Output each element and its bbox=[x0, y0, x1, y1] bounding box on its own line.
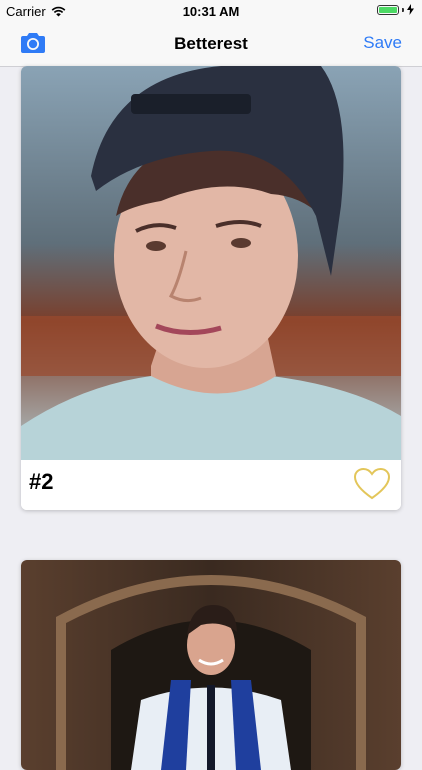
status-right bbox=[377, 4, 414, 15]
battery-cap bbox=[402, 7, 404, 12]
battery-icon bbox=[377, 4, 399, 15]
battery-fill bbox=[379, 6, 397, 13]
page-title: Betterest bbox=[174, 34, 248, 53]
save-button[interactable]: Save bbox=[363, 33, 402, 53]
photo-card[interactable]: #2 bbox=[21, 66, 401, 510]
nav-bar: Betterest Save bbox=[0, 22, 422, 67]
status-time: 10:31 AM bbox=[182, 4, 240, 19]
person-photo-backwards-cap bbox=[21, 66, 401, 460]
charging-bolt-icon bbox=[407, 4, 414, 15]
person-photo-graduation-stole bbox=[21, 560, 401, 770]
heart-outline-icon[interactable] bbox=[353, 467, 391, 501]
status-bar: Carrier 10:31 AM bbox=[0, 0, 422, 22]
rank-label: #2 bbox=[29, 469, 54, 494]
photo-card[interactable] bbox=[21, 560, 401, 770]
card-footer: #2 bbox=[21, 460, 401, 510]
